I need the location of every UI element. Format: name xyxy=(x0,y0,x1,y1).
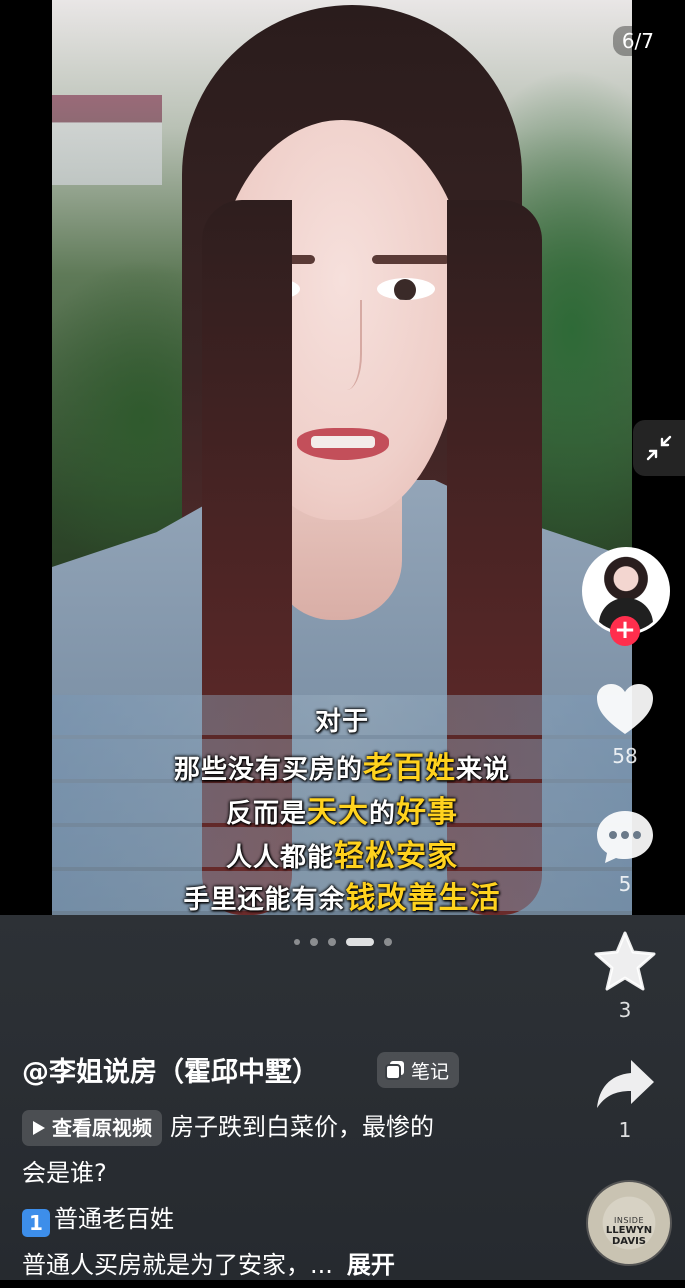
comment-count: 5 xyxy=(618,872,632,896)
music-disc[interactable]: INSIDE LLEWYN DAVIS xyxy=(586,1180,672,1266)
video-area[interactable]: 对于 那些没有买房的老百姓来说 反而是天大的好事 人人都能轻松安家 手里还能有余… xyxy=(0,0,685,915)
view-original-label: 查看原视频 xyxy=(52,1116,152,1140)
nose xyxy=(324,300,362,390)
share-count: 1 xyxy=(618,1118,632,1142)
carousel-dot-active xyxy=(345,938,374,946)
subtitle-line-1: 对于 xyxy=(314,707,369,737)
right-eye xyxy=(377,278,435,300)
like-count: 58 xyxy=(612,744,638,768)
mouth xyxy=(297,428,389,460)
share-icon xyxy=(597,1060,654,1108)
favorite-button[interactable]: 3 xyxy=(590,930,660,1022)
follow-button[interactable]: + xyxy=(610,616,640,646)
subtitles: 对于 那些没有买房的老百姓来说 反而是天大的好事 人人都能轻松安家 手里还能有余… xyxy=(52,695,632,915)
number-one-icon: 1 xyxy=(22,1209,50,1237)
music-title-line2: DAVIS xyxy=(611,1236,647,1247)
background-wall xyxy=(52,95,162,185)
play-icon xyxy=(33,1121,45,1135)
compress-icon xyxy=(646,435,672,461)
note-icon xyxy=(385,1061,404,1080)
carousel-dot xyxy=(293,939,300,945)
page-indicator: 6/7 xyxy=(612,26,663,56)
share-button[interactable]: 1 xyxy=(590,1056,660,1142)
post-description: 查看原视频 房子跌到白菜价，最惨的 会是谁? 1 普通老百姓 普通人买房就是为了安… xyxy=(22,1104,567,1288)
star-icon xyxy=(594,931,656,991)
author-name[interactable]: @李姐说房（霍邱中墅） xyxy=(22,1050,319,1089)
like-button[interactable]: 58 xyxy=(590,682,660,768)
desc-line-4: 普通人买房就是为了安家，... xyxy=(22,1251,333,1279)
carousel-dot xyxy=(383,938,392,946)
carousel-dot xyxy=(327,938,336,946)
heart-icon xyxy=(597,684,653,734)
subtitle-line-4: 人人都能轻松安家 xyxy=(225,839,458,874)
favorite-count: 3 xyxy=(618,998,632,1022)
comment-icon xyxy=(597,811,653,863)
desc-line-1: 房子跌到白菜价，最惨的 xyxy=(170,1113,434,1141)
subtitle-line-5: 手里还能有余钱改善生活 xyxy=(183,881,501,915)
collapse-button[interactable] xyxy=(633,420,685,476)
plus-icon: + xyxy=(614,615,636,645)
view-original-button[interactable]: 查看原视频 xyxy=(22,1110,162,1146)
right-brow xyxy=(372,255,450,264)
desc-line-3: 普通老百姓 xyxy=(54,1205,174,1233)
carousel-indicator xyxy=(0,938,685,946)
music-small-text: INSIDE xyxy=(614,1216,644,1225)
subtitle-line-3: 反而是天大的好事 xyxy=(225,795,459,830)
subtitle-line-2: 那些没有买房的老百姓来说 xyxy=(173,751,511,786)
expand-button[interactable]: 展开 xyxy=(347,1251,395,1279)
desc-line-2: 会是谁? xyxy=(22,1159,107,1187)
carousel-dot xyxy=(309,938,318,946)
note-badge[interactable]: 笔记 xyxy=(377,1052,460,1088)
music-title-line1: LLEWYN xyxy=(605,1225,653,1236)
comment-button[interactable]: 5 xyxy=(590,808,660,896)
note-badge-label: 笔记 xyxy=(411,1060,450,1083)
